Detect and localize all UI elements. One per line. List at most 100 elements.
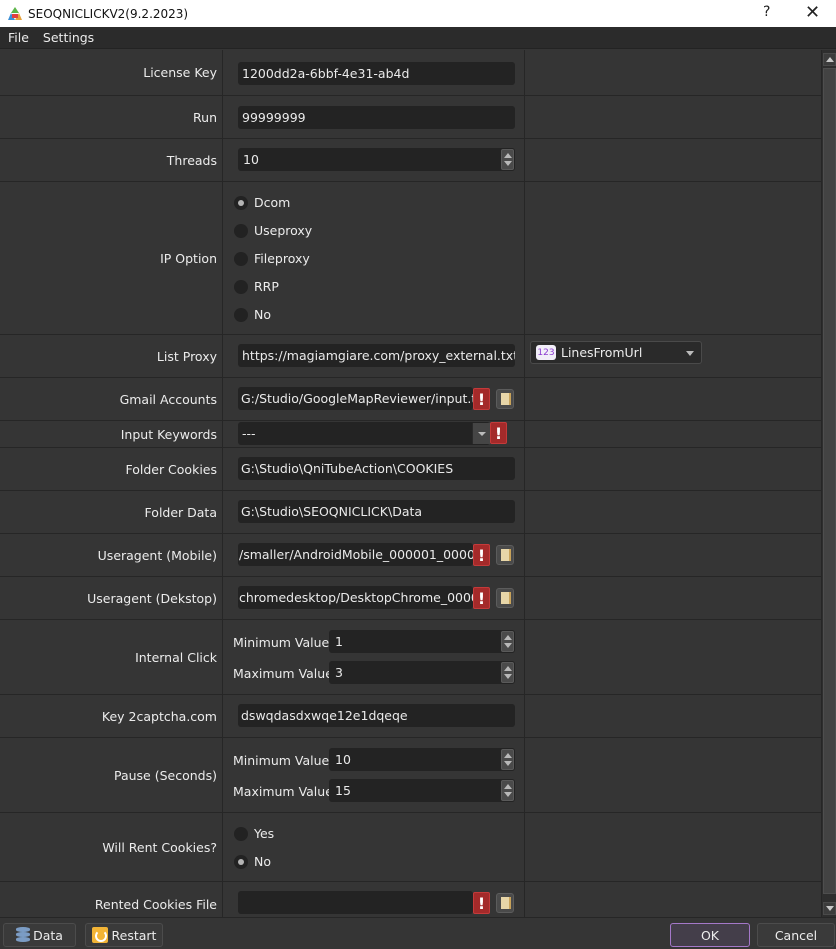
row-gmail-accounts: Gmail Accounts G:/Studio/GoogleMapReview… <box>0 378 821 421</box>
useragent-mobile-input[interactable]: /smaller/AndroidMobile_000001_000004. <box>238 543 473 566</box>
internal-click-min-spinbox[interactable]: 1 <box>329 630 515 653</box>
pause-min-spinbox[interactable]: 10 <box>329 748 515 771</box>
database-icon <box>16 927 31 943</box>
proxy-source-type-value: LinesFromUrl <box>561 345 643 360</box>
run-input[interactable]: 99999999 <box>238 106 515 129</box>
list-proxy-input[interactable]: https://magiamgiare.com/proxy_external.t… <box>238 344 515 367</box>
license-key-input[interactable]: 1200dd2a-6bbf-4e31-ab4d <box>238 62 515 85</box>
pause-max-label: Maximum Value <box>233 784 333 799</box>
radio-unchecked-icon[interactable] <box>234 279 248 294</box>
internal-click-max-spinbox[interactable]: 3 <box>329 661 515 684</box>
radio-checked-icon[interactable] <box>234 195 248 210</box>
menu-file[interactable]: File <box>0 30 36 45</box>
row-folder-data: Folder Data G:\Studio\SEOQNICLICK\Data <box>0 491 821 534</box>
ip-option-rrp[interactable]: RRP <box>234 279 279 294</box>
pause-min-label: Minimum Value <box>233 753 330 768</box>
proxy-source-type-select[interactable]: 123 LinesFromUrl <box>530 341 702 364</box>
menu-settings[interactable]: Settings <box>36 30 101 45</box>
folder-data-input[interactable]: G:\Studio\SEOQNICLICK\Data <box>238 500 515 523</box>
key-2captcha-input[interactable]: dswqdasdxwqe12e1dqeqe <box>238 704 515 727</box>
gmail-accounts-input[interactable]: G:/Studio/GoogleMapReviewer/input.txt <box>238 387 473 410</box>
useragent-desktop-label: Useragent (Dekstop) <box>87 590 217 606</box>
threads-spinbox[interactable]: 10 <box>238 148 515 171</box>
number-type-icon: 123 <box>536 345 556 360</box>
spin-arrows[interactable] <box>501 780 514 801</box>
rent-cookies-no[interactable]: No <box>234 854 271 869</box>
ip-option-no[interactable]: No <box>234 307 271 322</box>
browse-file-button[interactable] <box>496 893 514 913</box>
help-button[interactable]: ? <box>763 4 770 20</box>
ip-option-label: IP Option <box>160 250 217 266</box>
row-pause: Pause (Seconds) Minimum Value 10 Maximum… <box>0 738 821 813</box>
warning-icon[interactable]: ! <box>473 587 490 609</box>
row-run: Run 99999999 <box>0 96 821 139</box>
chevron-down-icon[interactable] <box>472 423 490 444</box>
useragent-desktop-input[interactable]: chromedesktop/DesktopChrome_000004. <box>238 586 473 609</box>
key-2captcha-label: Key 2captcha.com <box>101 708 217 724</box>
row-list-proxy: List Proxy https://magiamgiare.com/proxy… <box>0 335 821 378</box>
internal-click-max-value: 3 <box>335 665 343 680</box>
folder-cookies-input[interactable]: G:\Studio\QniTubeAction\COOKIES <box>238 457 515 480</box>
row-will-rent-cookies: Will Rent Cookies? Yes No <box>0 813 821 882</box>
restart-button[interactable]: Restart <box>85 923 163 947</box>
scrollbar-thumb[interactable] <box>823 68 836 894</box>
input-keywords-select[interactable]: --- <box>238 422 490 445</box>
spin-arrows[interactable] <box>501 631 514 652</box>
ip-option-fileproxy[interactable]: Fileproxy <box>234 251 310 266</box>
license-key-label: License Key <box>143 65 217 80</box>
threads-label: Threads <box>166 152 217 168</box>
data-button[interactable]: Data <box>3 923 76 947</box>
rent-cookies-yes[interactable]: Yes <box>234 826 274 841</box>
internal-click-min-label: Minimum Value <box>233 635 330 650</box>
row-input-keywords: Input Keywords --- ! <box>0 421 821 448</box>
ip-option-dcom[interactable]: Dcom <box>234 195 290 210</box>
threads-spin-arrows[interactable] <box>501 149 514 170</box>
browse-file-button[interactable] <box>496 588 514 608</box>
warning-icon[interactable]: ! <box>473 892 490 914</box>
useragent-mobile-label: Useragent (Mobile) <box>97 547 217 563</box>
app-logo-icon <box>7 6 23 22</box>
radio-unchecked-icon[interactable] <box>234 251 248 266</box>
pause-label: Pause (Seconds) <box>113 767 217 783</box>
internal-click-min-value: 1 <box>335 634 343 649</box>
pause-max-spinbox[interactable]: 15 <box>329 779 515 802</box>
row-rented-cookies-file: Rented Cookies File ! <box>0 882 821 917</box>
cancel-button[interactable]: Cancel <box>757 923 835 947</box>
scroll-down-icon[interactable] <box>823 902 836 915</box>
radio-unchecked-icon[interactable] <box>234 223 248 238</box>
browse-file-button[interactable] <box>496 389 514 409</box>
will-rent-cookies-label: Will Rent Cookies? <box>102 839 217 855</box>
row-license-key: License Key 1200dd2a-6bbf-4e31-ab4d <box>0 50 821 96</box>
rented-cookies-file-input[interactable] <box>238 891 473 914</box>
radio-unchecked-icon[interactable] <box>234 826 248 841</box>
spin-arrows[interactable] <box>501 749 514 770</box>
warning-icon[interactable]: ! <box>473 544 490 566</box>
warning-icon[interactable]: ! <box>490 422 507 444</box>
internal-click-label: Internal Click <box>135 649 217 665</box>
rented-cookies-file-label: Rented Cookies File <box>94 897 217 912</box>
menu-bar: File Settings <box>0 27 836 49</box>
title-bar: SEOQNICLICKV2(9.2.2023) ? ✕ <box>0 0 836 27</box>
run-label: Run <box>193 109 217 125</box>
row-internal-click: Internal Click Minimum Value 1 Maximum V… <box>0 620 821 695</box>
ip-option-useproxy[interactable]: Useproxy <box>234 223 312 238</box>
list-proxy-label: List Proxy <box>156 348 217 364</box>
spin-arrows[interactable] <box>501 662 514 683</box>
scroll-up-icon[interactable] <box>823 53 836 66</box>
row-key-2captcha: Key 2captcha.com dswqdasdxwqe12e1dqeqe <box>0 695 821 738</box>
row-ip-option: IP Option Dcom Useproxy Fileproxy RRP No <box>0 182 821 335</box>
close-button[interactable]: ✕ <box>805 2 820 23</box>
radio-unchecked-icon[interactable] <box>234 307 248 322</box>
pause-max-value: 15 <box>335 783 351 798</box>
chevron-down-icon[interactable] <box>686 351 694 356</box>
warning-icon[interactable]: ! <box>473 388 490 410</box>
row-useragent-mobile: Useragent (Mobile) /smaller/AndroidMobil… <box>0 534 821 577</box>
radio-checked-icon[interactable] <box>234 854 248 869</box>
folder-cookies-label: Folder Cookies <box>125 461 217 477</box>
settings-form: License Key 1200dd2a-6bbf-4e31-ab4d Run … <box>0 50 821 917</box>
browse-file-button[interactable] <box>496 545 514 565</box>
ok-button[interactable]: OK <box>670 923 750 947</box>
gmail-accounts-label: Gmail Accounts <box>119 391 217 407</box>
input-keywords-label: Input Keywords <box>120 426 217 442</box>
vertical-scrollbar[interactable] <box>821 50 836 917</box>
